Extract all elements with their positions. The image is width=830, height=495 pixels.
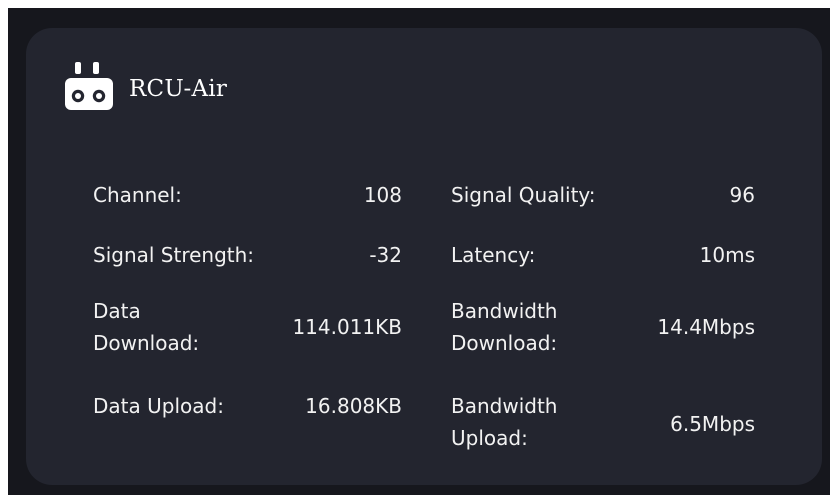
- signal-quality-label: Signal Quality:: [451, 183, 596, 207]
- latency-value: 10ms: [699, 243, 755, 267]
- data-download-label: Data Download:: [93, 299, 200, 355]
- card-header: RCU-Air: [63, 60, 227, 114]
- data-download-value: 114.011KB: [292, 315, 402, 339]
- data-upload-value: 16.808KB: [305, 394, 402, 418]
- data-upload-label: Data Upload:: [93, 394, 224, 418]
- stats-grid: Channel: 108 Signal Quality: 96 Signal S…: [93, 170, 761, 460]
- bandwidth-download-value: 14.4Mbps: [657, 315, 755, 339]
- bandwidth-upload-label: Bandwidth Upload:: [451, 394, 558, 450]
- signal-strength-value: -32: [369, 243, 402, 267]
- device-name: RCU-Air: [129, 76, 228, 102]
- channel-label: Channel:: [93, 183, 182, 207]
- bandwidth-upload-value: 6.5Mbps: [670, 412, 755, 436]
- latency-label: Latency:: [451, 243, 536, 267]
- channel-value: 108: [363, 183, 402, 207]
- bandwidth-download-label: Bandwidth Download:: [451, 299, 558, 355]
- remote-controller-icon: [63, 60, 115, 114]
- signal-quality-value: 96: [729, 183, 755, 207]
- signal-strength-label: Signal Strength:: [93, 243, 255, 267]
